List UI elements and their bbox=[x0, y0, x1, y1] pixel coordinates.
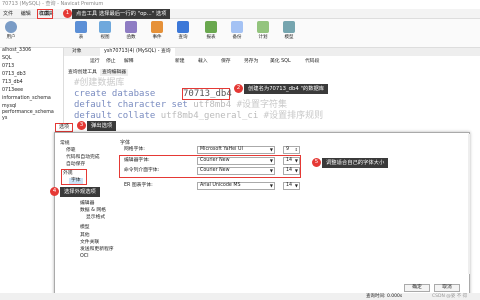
ok-button[interactable]: 确定 bbox=[404, 284, 430, 292]
sidebar-item[interactable]: information_schema bbox=[2, 96, 51, 102]
code-line-4: default collate utf8mb4_general_ci #设置排序… bbox=[74, 111, 324, 121]
menu-file[interactable]: 文件 bbox=[0, 9, 16, 19]
step-badge-2: 2 bbox=[234, 84, 243, 93]
chevron-down-icon: ▼ bbox=[269, 183, 273, 188]
appearance-highlight bbox=[61, 169, 87, 185]
new-button[interactable]: 新建 bbox=[175, 58, 185, 65]
tree-model[interactable]: 模型 bbox=[80, 225, 90, 231]
schedule-icon bbox=[257, 21, 269, 33]
table-icon bbox=[75, 21, 87, 33]
toolbar-user-button[interactable]: 用户 bbox=[0, 21, 22, 46]
tree-general[interactable]: 常规 bbox=[60, 141, 70, 147]
code-line-3: default character set utf8mb4 #设置字符集 bbox=[74, 100, 287, 110]
watermark: CSDN @姿 不 得 bbox=[432, 294, 468, 299]
step-badge-1: 1 bbox=[63, 9, 72, 18]
tab-object[interactable]: 对象 bbox=[68, 48, 86, 56]
code-line-1: #创建数据库 bbox=[74, 78, 125, 88]
tab-query-builder[interactable]: 查询创建工具 bbox=[66, 69, 99, 76]
explain-button[interactable]: 解释 bbox=[124, 58, 134, 65]
tree-code-completion[interactable]: 代码和自动完成 bbox=[66, 155, 100, 161]
er-font-size[interactable]: 14 ▼ bbox=[283, 182, 300, 190]
chevron-down-icon: ▼ bbox=[269, 147, 273, 152]
er-font-select[interactable]: Arial Unicode MS ▼ bbox=[197, 182, 275, 190]
er-font-label: ER 图表字体: bbox=[124, 183, 153, 188]
sidebar-item[interactable]: 713_db4 bbox=[2, 80, 23, 86]
toolbar-view-button[interactable]: 视图 bbox=[94, 21, 116, 46]
options-button[interactable]: 选项 bbox=[55, 123, 73, 132]
tree-editor[interactable]: 编辑器 bbox=[80, 201, 94, 207]
save-as-button[interactable]: 另存为 bbox=[244, 58, 258, 65]
menu-tools[interactable]: 工具 bbox=[37, 9, 53, 19]
sidebar-item[interactable]: ys bbox=[2, 116, 7, 122]
sidebar-item[interactable]: SQL bbox=[2, 56, 12, 62]
tree-file-association[interactable]: 文件关联 bbox=[80, 240, 99, 246]
tree-docking[interactable]: 停靠 bbox=[66, 148, 76, 154]
sidebar-item[interactable]: 0713_db3 bbox=[2, 72, 26, 78]
query-time: 查询时间: 0.000s bbox=[366, 294, 403, 299]
model-icon bbox=[283, 21, 295, 33]
grid-font-select[interactable]: Microsoft YaHei UI ▼ bbox=[197, 146, 275, 154]
font-settings-highlight bbox=[119, 155, 301, 178]
step-badge-4: 4 bbox=[50, 187, 59, 196]
report-icon bbox=[205, 21, 217, 33]
callout-step-5: 调整适合自己的字体大小 bbox=[322, 158, 389, 168]
callout-step-3: 弹出选项 bbox=[87, 121, 117, 131]
tab-query[interactable]: ysh70713(4) (MySQL) - 查询 bbox=[100, 48, 175, 56]
grid-font-label: 网格字体: bbox=[124, 147, 145, 152]
menu-edit[interactable]: 编辑 bbox=[18, 9, 34, 19]
fonts-pane-title: 字体 bbox=[120, 140, 131, 146]
toolbar-function-button[interactable]: 函数 bbox=[120, 21, 142, 46]
save-button[interactable]: 保存 bbox=[221, 58, 231, 65]
database-name-highlight: 70713_db4 bbox=[182, 88, 232, 100]
tab-query-editor[interactable]: 查询编辑器 bbox=[100, 69, 128, 76]
tree-data-grid[interactable]: 数据 & 网格 bbox=[80, 208, 106, 214]
toolbar-backup-button[interactable]: 备份 bbox=[226, 21, 248, 46]
chevron-down-icon: ▼ bbox=[294, 183, 298, 188]
spinner-icon: ⇕ bbox=[294, 147, 298, 152]
user-icon bbox=[5, 21, 17, 33]
toolbar-schedule-button[interactable]: 计划 bbox=[252, 21, 274, 46]
status-bar: 查询时间: 0.000s CSDN @姿 不 得 bbox=[0, 293, 480, 300]
window-title: 70713 (MySQL) - 查询 - Navicat Premium bbox=[0, 0, 480, 9]
tree-other[interactable]: 其他 bbox=[80, 233, 90, 239]
toolbar-query-button[interactable]: 查询 bbox=[172, 21, 194, 46]
event-icon bbox=[151, 21, 163, 33]
run-button[interactable]: 运行 bbox=[90, 58, 100, 65]
toolbar-event-button[interactable]: 事件 bbox=[146, 21, 168, 46]
view-icon bbox=[99, 21, 111, 33]
sidebar-item[interactable]: 0713 bbox=[2, 64, 14, 70]
toolbar-report-button[interactable]: 报表 bbox=[200, 21, 222, 46]
beautify-sql-button[interactable]: 美化 SQL bbox=[270, 58, 291, 65]
callout-step-4: 选择外观选项 bbox=[60, 187, 100, 197]
code-snippet-button[interactable]: 代码段 bbox=[305, 58, 319, 65]
callout-step-1: 点击工具 选择最后一行的 "op..." 选项 bbox=[72, 9, 171, 19]
code-line-2: create database bbox=[74, 89, 156, 99]
tree-oci[interactable]: OCI bbox=[80, 254, 89, 260]
tree-autosave[interactable]: 自动保存 bbox=[66, 162, 85, 168]
sidebar-item[interactable]: 0713eee bbox=[2, 88, 23, 94]
sidebar-item[interactable]: performance_schema bbox=[2, 110, 54, 116]
cancel-button[interactable]: 取消 bbox=[434, 284, 460, 292]
callout-step-2: 创建名为70713_db4 "的数据库 bbox=[244, 84, 329, 94]
grid-font-size[interactable]: 9 ⇕ bbox=[283, 146, 300, 154]
dialog-scrollbar[interactable] bbox=[468, 134, 470, 274]
backup-icon bbox=[231, 21, 243, 33]
stop-button[interactable]: 停止 bbox=[106, 58, 116, 65]
sidebar-item[interactable]: alhost_3306 bbox=[2, 48, 31, 54]
step-badge-3: 3 bbox=[77, 121, 86, 130]
step-badge-5: 5 bbox=[312, 158, 321, 167]
toolbar-model-button[interactable]: 模型 bbox=[278, 21, 300, 46]
tree-updates[interactable]: 发送和更新程序 bbox=[80, 247, 114, 253]
toolbar-table-button[interactable]: 表 bbox=[70, 21, 92, 46]
query-icon bbox=[177, 21, 189, 33]
function-icon bbox=[125, 21, 137, 33]
load-button[interactable]: 载入 bbox=[198, 58, 208, 65]
tree-display-format[interactable]: 显示格式 bbox=[86, 215, 105, 221]
